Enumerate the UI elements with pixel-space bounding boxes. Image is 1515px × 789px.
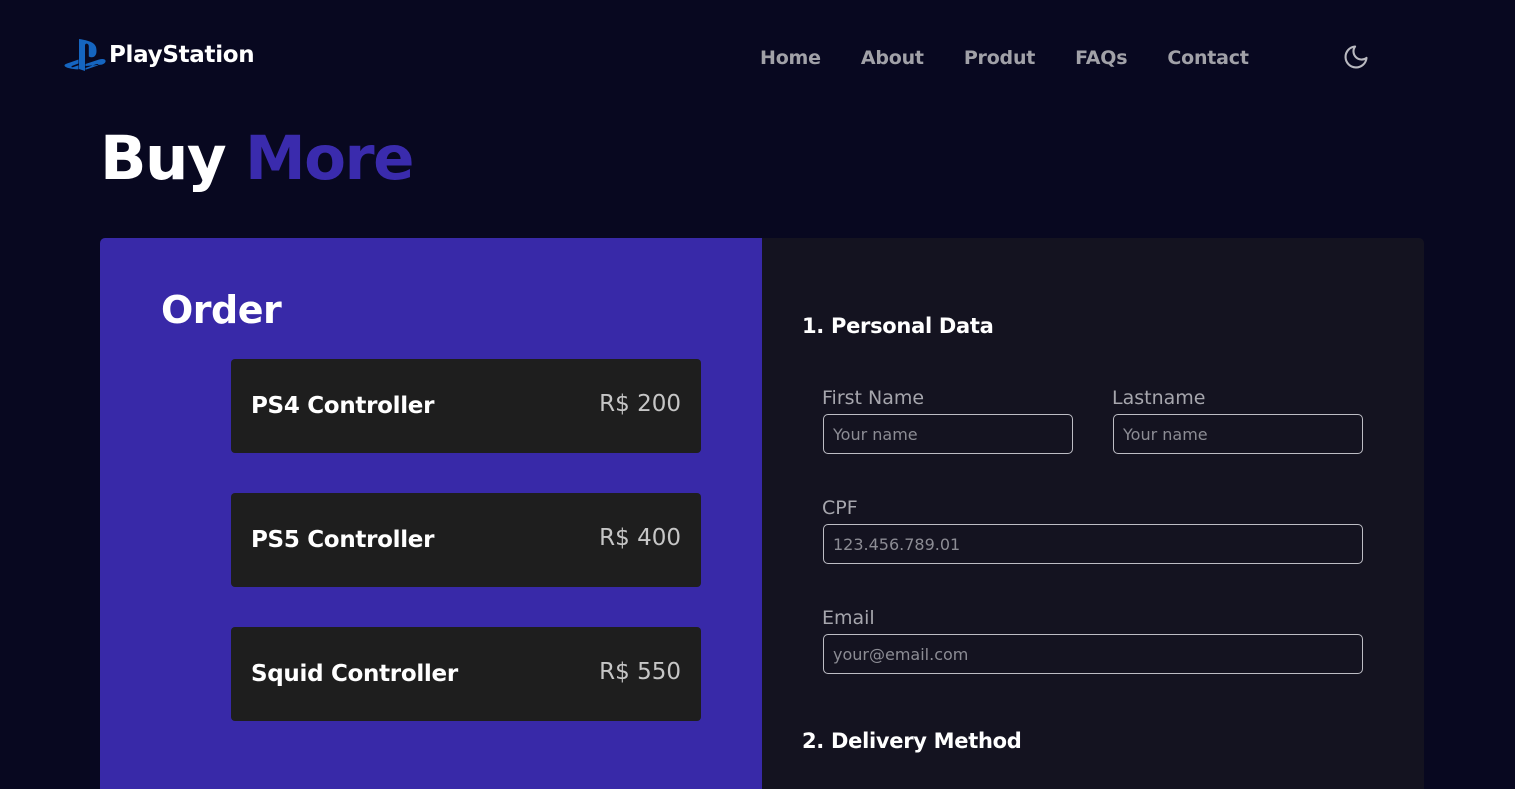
product-name: PS4 Controller	[251, 393, 435, 419]
page: PlayStation Home About Produt FAQs Conta…	[0, 0, 1515, 789]
checkout-form-panel: 1. Personal Data First Name Lastname CPF…	[762, 238, 1424, 789]
last-name-label: Lastname	[1112, 387, 1206, 409]
page-title-buy: Buy	[100, 123, 227, 194]
brand-name: PlayStation	[109, 42, 255, 68]
moon-icon[interactable]	[1342, 43, 1370, 71]
product-card-ps5[interactable]: PS5 Controller R$ 400	[231, 493, 701, 587]
section-delivery-method: 2. Delivery Method	[802, 729, 1022, 753]
playstation-logo-icon	[64, 39, 106, 71]
product-card-squid[interactable]: Squid Controller R$ 550	[231, 627, 701, 721]
product-price: R$ 400	[599, 525, 681, 551]
first-name-input[interactable]	[823, 414, 1073, 454]
first-name-label: First Name	[822, 387, 925, 409]
last-name-input[interactable]	[1113, 414, 1363, 454]
nav-faqs[interactable]: FAQs	[1075, 47, 1127, 69]
email-input[interactable]	[823, 634, 1363, 674]
section-personal-data: 1. Personal Data	[802, 314, 994, 338]
order-title: Order	[161, 288, 282, 332]
nav-home[interactable]: Home	[760, 47, 821, 69]
product-name: PS5 Controller	[251, 527, 435, 553]
product-price: R$ 550	[599, 659, 681, 685]
cpf-input[interactable]	[823, 524, 1363, 564]
page-title: Buy More	[100, 128, 415, 189]
nav-contact[interactable]: Contact	[1167, 47, 1249, 69]
email-label: Email	[822, 607, 875, 629]
product-name: Squid Controller	[251, 661, 458, 687]
nav-about[interactable]: About	[861, 47, 924, 69]
product-card-ps4[interactable]: PS4 Controller R$ 200	[231, 359, 701, 453]
main-nav: Home About Produt FAQs Contact	[760, 47, 1249, 69]
brand-logo[interactable]: PlayStation	[64, 36, 255, 74]
page-title-more: More	[244, 123, 415, 194]
order-panel: Order PS4 Controller R$ 200 PS5 Controll…	[100, 238, 762, 789]
cpf-label: CPF	[822, 497, 858, 519]
product-price: R$ 200	[599, 391, 681, 417]
nav-produt[interactable]: Produt	[964, 47, 1036, 69]
